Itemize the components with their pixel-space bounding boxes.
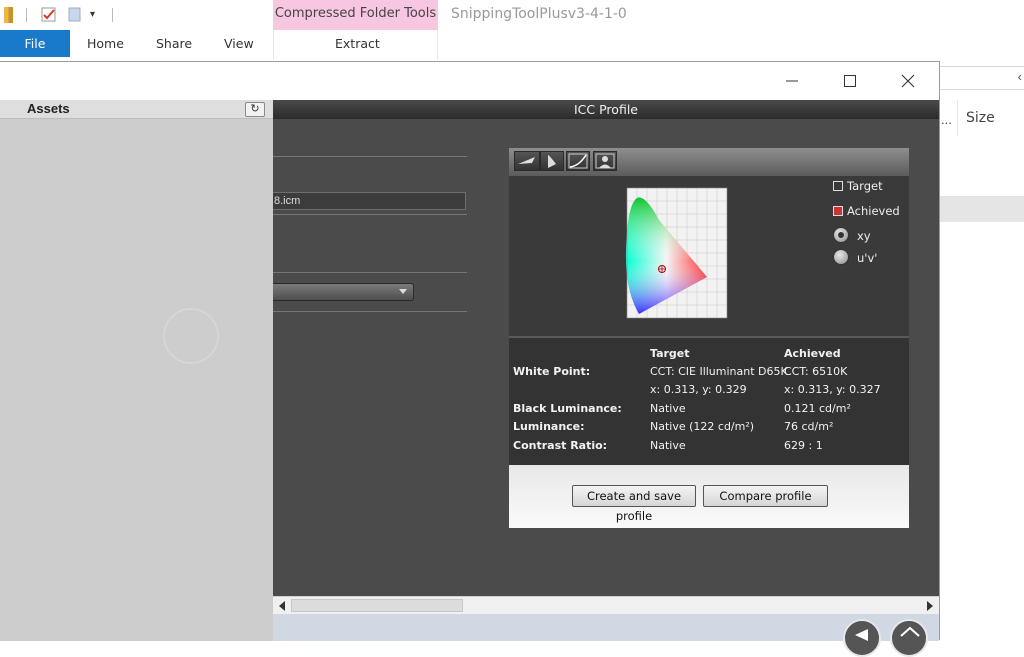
gamut-cie-icon[interactable] bbox=[540, 151, 564, 171]
page-title: ICC Profile bbox=[273, 100, 939, 119]
legend-achieved: Achieved bbox=[847, 204, 900, 218]
radio-xy[interactable] bbox=[833, 227, 849, 243]
tab-file[interactable]: File bbox=[0, 30, 70, 57]
target-white-point-xy: x: 0.313, y: 0.329 bbox=[650, 383, 747, 396]
column-header-target: Target bbox=[650, 347, 690, 360]
achieved-white-point-cct: CCT: 6510K bbox=[784, 365, 848, 378]
scroll-right-icon[interactable] bbox=[927, 601, 933, 611]
compare-profile-button[interactable]: Compare profile bbox=[703, 485, 828, 507]
app-window: Assets ↻ ICC Profile 8.icm Target Achiev… bbox=[0, 61, 940, 657]
achieved-black-luminance: 0.121 cd/m² bbox=[784, 402, 851, 415]
tab-home[interactable]: Home bbox=[87, 30, 124, 57]
target-contrast-ratio: Native bbox=[650, 439, 686, 452]
minimize-button[interactable] bbox=[763, 62, 821, 100]
radio-uv[interactable] bbox=[833, 249, 849, 265]
cie-chromaticity-diagram: Target Achieved xy u'v' bbox=[509, 176, 909, 338]
tab-extract[interactable]: Extract bbox=[335, 30, 380, 57]
close-button[interactable] bbox=[879, 62, 937, 100]
app-content: ICC Profile 8.icm Target Achieved xy u'v… bbox=[273, 100, 939, 657]
scrollbar-thumb[interactable] bbox=[291, 599, 463, 612]
row-label-white-point: White Point: bbox=[513, 365, 591, 378]
radio-xy-label: xy bbox=[857, 229, 871, 243]
assets-panel: Assets ↻ bbox=[0, 100, 273, 641]
truncated-column-header[interactable]: ... bbox=[941, 112, 952, 127]
tab-share[interactable]: Share bbox=[156, 30, 192, 57]
explorer-address-bar[interactable]: ‹ bbox=[939, 66, 1024, 90]
assets-title: Assets bbox=[27, 101, 70, 116]
divider bbox=[273, 311, 467, 312]
assets-header: Assets ↻ bbox=[0, 100, 273, 119]
folder-icon[interactable] bbox=[4, 7, 13, 23]
compressed-folder-tools-label: Compressed Folder Tools bbox=[273, 0, 438, 30]
cie-plot bbox=[625, 187, 728, 319]
divider bbox=[273, 214, 467, 215]
explorer-window-title: SnippingToolPlusv3-4-1-0 bbox=[451, 6, 627, 22]
person-icon[interactable] bbox=[593, 151, 617, 171]
achieved-contrast-ratio: 629 : 1 bbox=[784, 439, 823, 452]
legend-target: Target bbox=[847, 179, 883, 193]
back-nav-button[interactable] bbox=[843, 619, 881, 657]
home-button[interactable] bbox=[890, 619, 928, 657]
target-luminance: Native (122 cd/m²) bbox=[650, 420, 755, 433]
loading-spinner bbox=[163, 308, 219, 364]
qat-separator bbox=[112, 8, 113, 22]
achieved-white-point-xy: x: 0.313, y: 0.327 bbox=[784, 383, 881, 396]
icc-profile-panel: Target Achieved xy u'v' Target Achieved … bbox=[509, 148, 909, 528]
achieved-luminance: 76 cd/m² bbox=[784, 420, 834, 433]
new-folder-icon[interactable] bbox=[68, 7, 82, 23]
scroll-left-icon[interactable] bbox=[279, 601, 285, 611]
quick-access-toolbar: ▾ bbox=[0, 0, 130, 30]
target-black-luminance: Native bbox=[650, 402, 686, 415]
refresh-icon[interactable]: ↻ bbox=[245, 102, 265, 117]
window-titlebar[interactable] bbox=[0, 62, 939, 100]
properties-check-icon[interactable] bbox=[41, 7, 56, 23]
divider bbox=[273, 272, 467, 273]
bottom-nav-bar bbox=[273, 614, 939, 641]
target-white-point-cct: CCT: CIE Illuminant D65K bbox=[650, 365, 788, 378]
maximize-button[interactable] bbox=[821, 62, 879, 100]
horizontal-scrollbar[interactable] bbox=[273, 596, 939, 614]
explorer-file-list bbox=[939, 60, 1024, 640]
divider bbox=[273, 156, 467, 157]
qat-dropdown-icon[interactable]: ▾ bbox=[90, 7, 104, 23]
explorer-ribbon: ▾ Compressed Folder Tools SnippingToolPl… bbox=[0, 0, 1024, 60]
column-header-size[interactable]: Size bbox=[966, 110, 995, 126]
target-marker-icon bbox=[833, 181, 843, 191]
row-label-black-luminance: Black Luminance: bbox=[513, 402, 622, 415]
profile-actions: Create and save profile Compare profile bbox=[509, 465, 909, 528]
create-save-profile-button[interactable]: Create and save profile bbox=[572, 485, 696, 523]
column-divider[interactable] bbox=[957, 100, 958, 136]
column-header-achieved: Achieved bbox=[784, 347, 841, 360]
profile-summary-table: Target Achieved White Point: CCT: CIE Il… bbox=[509, 340, 909, 465]
gamut-tilt-icon[interactable] bbox=[514, 151, 540, 171]
chevron-down-icon bbox=[399, 289, 407, 294]
profile-type-dropdown[interactable] bbox=[273, 283, 414, 301]
selected-row[interactable] bbox=[939, 196, 1024, 222]
curve-icon[interactable] bbox=[566, 151, 590, 171]
profile-filename-field[interactable]: 8.icm bbox=[273, 192, 466, 210]
icc-view-toolbar bbox=[509, 148, 909, 176]
row-label-contrast-ratio: Contrast Ratio: bbox=[513, 439, 608, 452]
chevron-left-icon[interactable]: ‹ bbox=[1018, 69, 1022, 84]
radio-uv-label: u'v' bbox=[857, 251, 878, 265]
achieved-marker-icon bbox=[833, 206, 843, 216]
row-label-luminance: Luminance: bbox=[513, 420, 585, 433]
tab-view[interactable]: View bbox=[224, 30, 254, 57]
qat-separator bbox=[26, 8, 27, 22]
